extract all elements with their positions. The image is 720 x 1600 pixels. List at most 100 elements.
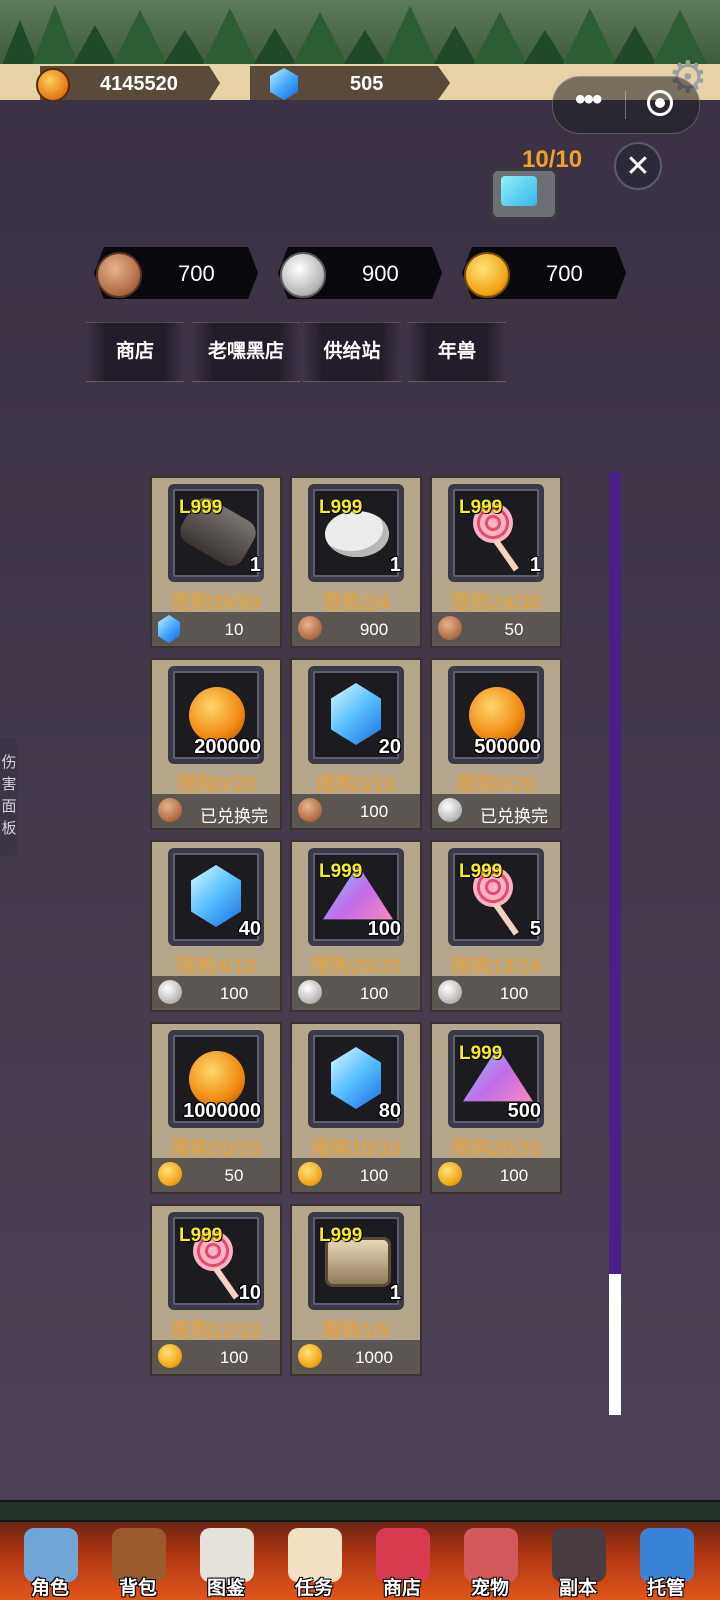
bronze-price-icon	[298, 616, 322, 640]
item-price: 100	[359, 984, 389, 1003]
gold-medal-icon	[464, 252, 510, 298]
gem-icon	[191, 865, 241, 927]
item-quantity: 40	[238, 918, 261, 940]
buy-button[interactable]: 50	[432, 612, 560, 646]
nav-item[interactable]: 图鉴	[186, 1528, 266, 1600]
coins-icon	[469, 687, 525, 743]
buy-button[interactable]: 10	[152, 612, 280, 646]
purchase-limit: 限购39/99	[170, 592, 262, 614]
nav-item[interactable]: 任务	[274, 1528, 354, 1600]
item-slot: L999 10	[168, 1212, 264, 1310]
buy-button[interactable]: 100	[292, 1158, 420, 1192]
close-button[interactable]: ✕	[614, 142, 662, 190]
buy-button[interactable]: 100	[292, 794, 420, 828]
forest-banner	[0, 0, 720, 70]
item-slot: L999 1	[308, 1212, 404, 1310]
shop-item[interactable]: 80 限购10/10 100	[290, 1022, 422, 1194]
item-slot: 20	[308, 666, 404, 764]
shop-item[interactable]: 500000 限购0/20 已兑换完	[430, 658, 562, 830]
nav-item[interactable]: 副本	[538, 1528, 618, 1600]
buy-button[interactable]: 100	[292, 976, 420, 1010]
item-level: L999	[179, 497, 223, 518]
tab-nian-beast[interactable]: 年兽	[408, 322, 506, 382]
shop-item[interactable]: L999 1 限购39/99 10	[150, 476, 282, 648]
shop-item[interactable]: L999 1 限购24/30 50	[430, 476, 562, 648]
silver-amount: 900	[362, 261, 399, 286]
more-icon[interactable]: •••	[575, 83, 602, 117]
diamond-amount: 505	[350, 73, 384, 95]
exit-target-icon[interactable]	[647, 90, 673, 116]
item-price: 50	[504, 620, 524, 639]
nav-label: 任务	[294, 1578, 333, 1599]
nav-item[interactable]: 宠物	[450, 1528, 530, 1600]
item-price: 已兑换完	[480, 807, 548, 826]
tab-black-market[interactable]: 老嘿黑店	[192, 322, 300, 382]
item-level: L999	[459, 1043, 503, 1064]
item-slot: L999 100	[308, 848, 404, 946]
shop-item[interactable]: L999 1 限购1/5 1000	[290, 1204, 422, 1376]
item-level: L999	[319, 497, 363, 518]
gem-price-icon	[158, 615, 180, 643]
buy-button[interactable]: 100	[432, 976, 560, 1010]
item-quantity: 5	[529, 918, 541, 940]
item-price: 100	[499, 1166, 529, 1185]
nav-label: 角色	[30, 1578, 69, 1599]
item-price: 已兑换完	[200, 807, 268, 826]
silver-price-icon	[438, 980, 462, 1004]
purchase-limit: 限购24/30	[450, 592, 542, 614]
shop-item[interactable]: L999 5 限购13/24 100	[430, 840, 562, 1012]
item-slot: L999 1	[308, 484, 404, 582]
buy-button[interactable]: 100	[152, 976, 280, 1010]
bronze-amount: 700	[178, 261, 215, 286]
tab-supply-station[interactable]: 供给站	[303, 322, 401, 382]
shop-item[interactable]: 20 限购3/10 100	[290, 658, 422, 830]
item-quantity: 1	[249, 554, 261, 576]
buy-button[interactable]: 1000	[292, 1340, 420, 1374]
scrollbar-thumb[interactable]	[609, 472, 621, 1274]
purchase-limit: 限购20/20	[170, 1138, 262, 1160]
nav-item[interactable]: 背包	[98, 1528, 178, 1600]
purchase-limit: 限购1/5	[322, 1320, 390, 1342]
shop-item[interactable]: L999 500 限购20/20 100	[430, 1022, 562, 1194]
item-level: L999	[459, 861, 503, 882]
nav-item[interactable]: 商店	[362, 1528, 442, 1600]
purchase-limit: 限购2/4	[322, 592, 390, 614]
purchase-limit: 限购0/20	[176, 774, 256, 796]
item-quantity: 10	[238, 1282, 261, 1304]
purchase-limit: 限购13/24	[450, 956, 542, 978]
item-level: L999	[459, 497, 503, 518]
buy-button[interactable]: 100	[152, 1340, 280, 1374]
damage-panel-tab[interactable]: 伤害面板	[0, 738, 18, 856]
item-slot: 500000	[448, 666, 544, 764]
shop-item[interactable]: L999 100 限购20/20 100	[290, 840, 422, 1012]
video-reward-count: 10/10	[522, 146, 583, 173]
mini-program-capsule: •••	[552, 76, 700, 134]
buy-button[interactable]: 900	[292, 612, 420, 646]
gold-medal-amount: 700	[546, 261, 583, 286]
coins-icon	[189, 687, 245, 743]
gem-icon	[331, 1047, 381, 1109]
video-reward-tv-icon[interactable]	[490, 168, 558, 220]
buy-button[interactable]: 已兑换完	[152, 794, 280, 828]
tab-shop[interactable]: 商店	[86, 322, 184, 382]
item-price: 900	[359, 620, 389, 639]
nav-item[interactable]: 角色	[10, 1528, 90, 1600]
gold-coin-icon	[36, 68, 70, 102]
shop-item[interactable]: 1000000 限购20/20 50	[150, 1022, 282, 1194]
item-quantity: 500	[507, 1100, 541, 1122]
item-slot: 1000000	[168, 1030, 264, 1128]
nav-item[interactable]: 托管	[626, 1528, 706, 1600]
buy-button[interactable]: 50	[152, 1158, 280, 1192]
gem-icon	[331, 683, 381, 745]
item-level: L999	[319, 861, 363, 882]
shop-item[interactable]: L999 10 限购12/12 100	[150, 1204, 282, 1376]
bronze-medal-icon	[96, 252, 142, 298]
shop-item[interactable]: 40 限购4/10 100	[150, 840, 282, 1012]
shop-item[interactable]: 200000 限购0/20 已兑换完	[150, 658, 282, 830]
buy-button[interactable]: 100	[432, 1158, 560, 1192]
nav-label: 背包	[118, 1578, 157, 1599]
item-price: 100	[219, 1348, 249, 1367]
shop-item[interactable]: L999 1 限购2/4 900	[290, 476, 422, 648]
purchase-limit: 限购3/10	[316, 774, 396, 796]
buy-button[interactable]: 已兑换完	[432, 794, 560, 828]
